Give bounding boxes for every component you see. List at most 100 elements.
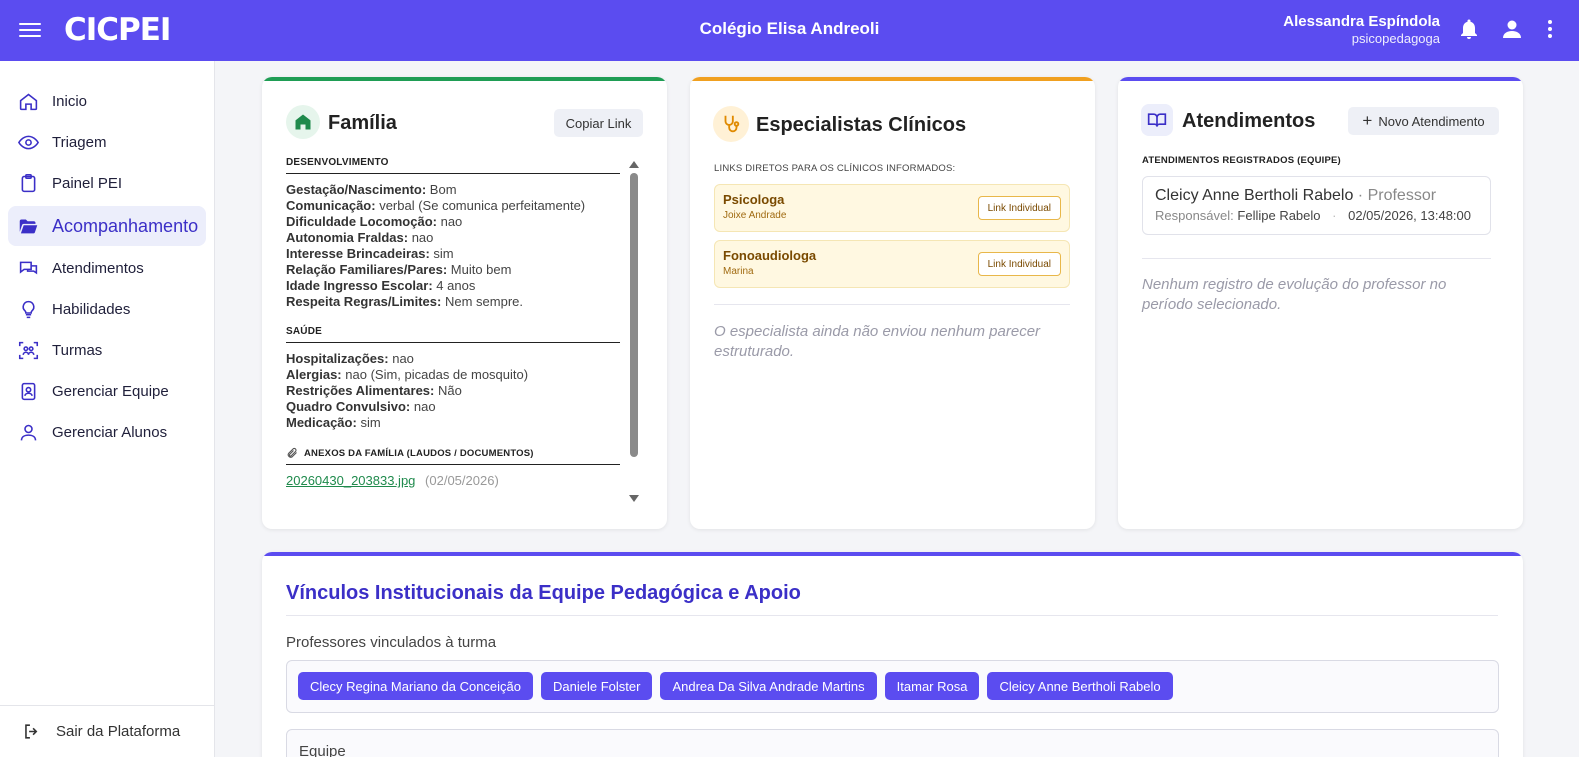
bell-icon[interactable]	[1457, 16, 1483, 44]
anexo-file-link[interactable]: 20260430_203833.jpg	[286, 473, 415, 488]
familia-scrollbar[interactable]	[629, 157, 639, 502]
card-accent-bar	[262, 552, 1523, 556]
menu-icon[interactable]	[19, 20, 41, 40]
record-name: Cleicy Anne Bertholi Rabelo	[1155, 187, 1354, 204]
divider	[1142, 258, 1491, 259]
users-scan-icon	[18, 341, 39, 360]
info-row: Gestação/Nascimento: Bom	[286, 182, 620, 198]
info-row: Medicação: sim	[286, 415, 620, 431]
info-value: sim	[360, 415, 381, 430]
sidebar-item-atendimentos[interactable]: Atendimentos	[8, 248, 206, 289]
professor-chip[interactable]: Itamar Rosa	[884, 672, 980, 700]
card-accent-bar	[262, 77, 667, 81]
info-key: Alergias:	[286, 367, 342, 382]
scroll-down-icon[interactable]	[629, 495, 639, 502]
record-role: · Professor	[1357, 187, 1437, 204]
especialista-name: Fonoaudiologa	[723, 248, 817, 263]
sidebar-item-label: Turmas	[52, 342, 103, 359]
atendimento-record[interactable]: Cleicy Anne Bertholi Rabelo · Professor …	[1142, 176, 1491, 235]
sidebar-item-habilidades[interactable]: Habilidades	[8, 289, 206, 330]
info-key: Restrições Alimentares:	[286, 383, 435, 398]
copy-link-button[interactable]: Copiar Link	[554, 109, 643, 137]
equipe-box: Equipe	[286, 729, 1499, 757]
professor-chip[interactable]: Cleicy Anne Bertholi Rabelo	[987, 672, 1173, 700]
divider	[286, 615, 1498, 616]
atendimentos-empty-text: Nenhum registro de evolução do professor…	[1142, 276, 1447, 313]
especialista-person: Joixe Andrade	[723, 210, 787, 221]
scrollbar-thumb[interactable]	[630, 173, 638, 457]
info-value: verbal (Se comunica perfeitamente)	[379, 198, 586, 213]
record-datetime: 02/05/2026, 13:48:00	[1348, 208, 1471, 223]
record-header: Cleicy Anne Bertholi Rabelo · Professor	[1155, 187, 1436, 205]
info-key: Dificuldade Locomoção:	[286, 214, 437, 229]
especialista-row: Psicologa Joixe Andrade Link Individual	[714, 184, 1070, 232]
chat-icon	[19, 261, 38, 275]
info-key: Interesse Brincadeiras:	[286, 246, 430, 261]
info-value: Bom	[429, 182, 457, 197]
anexo-date: (02/05/2026)	[425, 473, 499, 488]
sidebar-item-label: Painel PEI	[52, 175, 123, 192]
especialista-row: Fonoaudiologa Marina Link Individual	[714, 240, 1070, 288]
info-row: Dificuldade Locomoção: nao	[286, 214, 620, 230]
sidebar-item-label: Triagem	[52, 134, 107, 151]
info-row: Autonomia Fraldas: nao	[286, 230, 620, 246]
badge-icon	[21, 382, 36, 401]
person-icon	[20, 424, 37, 441]
sidebar-item-painel-pei[interactable]: Painel PEI	[8, 163, 206, 204]
info-row: Comunicação: verbal (Se comunica perfeit…	[286, 198, 620, 214]
info-value: sim	[433, 246, 454, 261]
record-resp-label: Responsável:	[1155, 208, 1234, 223]
info-value: nao	[411, 230, 434, 245]
sidebar-item-gerenciar-equipe[interactable]: Gerenciar Equipe	[8, 371, 206, 412]
sidebar-item-turmas[interactable]: Turmas	[8, 330, 206, 371]
app-logo[interactable]: CICPEI	[64, 12, 171, 48]
professor-chip[interactable]: Daniele Folster	[541, 672, 653, 700]
info-key: Hospitalizações:	[286, 351, 389, 366]
professores-list: Clecy Regina Mariano da Conceição Daniele…	[286, 660, 1499, 713]
info-value: Muito bem	[450, 262, 512, 277]
info-key: Quadro Convulsivo:	[286, 399, 411, 414]
professor-chip[interactable]: Clecy Regina Mariano da Conceição	[298, 672, 534, 700]
familia-title: Família	[328, 112, 397, 134]
sidebar-item-triagem[interactable]: Triagem	[8, 122, 206, 163]
link-individual-button[interactable]: Link Individual	[977, 252, 1061, 276]
professor-chip[interactable]: Andrea Da Silva Andrade Martins	[660, 672, 877, 700]
sidebar-item-label: Inicio	[52, 93, 88, 110]
info-row: Alergias: nao (Sim, picadas de mosquito)	[286, 367, 620, 383]
vinculos-card: Vínculos Institucionais da Equipe Pedagó…	[262, 552, 1523, 757]
stethoscope-icon	[713, 106, 749, 142]
novo-atendimento-label: Novo Atendimento	[1378, 113, 1485, 129]
link-individual-button[interactable]: Link Individual	[977, 196, 1061, 220]
info-value: 4 anos	[436, 278, 476, 293]
especialistas-subtitle: LINKS DIRETOS PARA OS CLÍNICOS INFORMADO…	[714, 163, 956, 174]
info-row: Quadro Convulsivo: nao	[286, 399, 620, 415]
paperclip-icon	[287, 447, 297, 458]
info-key: Autonomia Fraldas:	[286, 230, 409, 245]
atendimentos-section-label: ATENDIMENTOS REGISTRADOS (EQUIPE)	[1142, 155, 1341, 166]
record-separator: ·	[1332, 208, 1337, 223]
section-label-desenvolvimento: DESENVOLVIMENTO	[286, 157, 389, 168]
logout-button[interactable]: Sair da Plataforma	[0, 705, 214, 757]
info-value: nao (Sim, picadas de mosquito)	[345, 367, 529, 382]
sidebar-item-label: Gerenciar Alunos	[52, 424, 168, 441]
eye-icon	[18, 135, 39, 150]
sidebar-item-inicio[interactable]: Inicio	[8, 81, 206, 122]
user-icon[interactable]	[1500, 16, 1526, 44]
more-vertical-icon[interactable]	[1546, 16, 1562, 44]
info-row: Restrições Alimentares: Não	[286, 383, 620, 399]
lightbulb-icon	[22, 300, 35, 319]
sidebar-item-acompanhamento[interactable]: Acompanhamento	[8, 206, 206, 246]
info-value: nao	[440, 214, 463, 229]
vinculos-title: Vínculos Institucionais da Equipe Pedagó…	[286, 582, 801, 604]
saude-list: Hospitalizações: nao Alergias: nao (Sim, …	[286, 351, 620, 431]
sidebar: Inicio Triagem Painel PEI Acompanhamento…	[0, 61, 215, 757]
sidebar-item-gerenciar-alunos[interactable]: Gerenciar Alunos	[8, 412, 206, 453]
user-info: Alessandra Espíndola psicopedagoga	[1283, 13, 1440, 47]
card-accent-bar	[1118, 77, 1523, 81]
novo-atendimento-button[interactable]: + Novo Atendimento	[1348, 107, 1499, 135]
divider	[286, 342, 620, 343]
logout-icon	[25, 724, 38, 739]
top-bar: CICPEI Colégio Elisa Andreoli Alessandra…	[0, 0, 1579, 61]
info-row: Respeita Regras/Limites: Nem sempre.	[286, 294, 620, 310]
scroll-up-icon[interactable]	[629, 161, 639, 168]
